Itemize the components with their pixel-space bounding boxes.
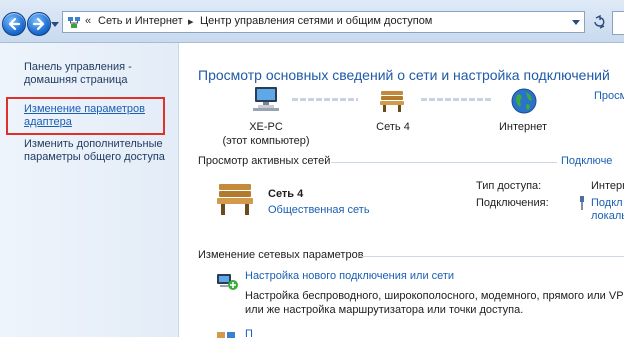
new-connection-desc-line2: или же настройка маршрутизатора или точк…	[245, 304, 524, 316]
arrow-left-icon	[8, 17, 21, 31]
refresh-icon[interactable]	[590, 13, 610, 31]
access-type-label: Тип доступа:	[476, 180, 542, 192]
globe-icon[interactable]	[511, 88, 537, 114]
link-line: Изменить дополнительные	[24, 138, 163, 150]
ethernet-icon	[580, 196, 584, 210]
computer-icon[interactable]	[251, 85, 281, 113]
address-bar[interactable]: « Сеть и Интернет ▸ Центр управления сет…	[62, 11, 585, 33]
link-line: домашняя страница	[24, 74, 128, 86]
breadcrumb-separator[interactable]: ▸	[188, 15, 194, 28]
arrow-right-icon	[32, 17, 45, 31]
search-input[interactable]	[612, 11, 624, 35]
access-type-value: Интерн	[591, 180, 624, 192]
connection-link-line1[interactable]: Подкл	[591, 197, 623, 209]
active-networks-header: Просмотр активных сетей	[198, 155, 331, 167]
navigation-bar: « Сеть и Интернет ▸ Центр управления сет…	[0, 0, 624, 43]
forward-button[interactable]	[27, 12, 51, 36]
connection-line	[292, 98, 358, 101]
internet-node-label: Интернет	[499, 121, 547, 133]
computer-name: XE-PC	[249, 121, 283, 133]
connect-disconnect-link[interactable]: Подключе	[561, 155, 612, 167]
active-network-name: Сеть 4	[268, 188, 304, 200]
bench-icon[interactable]	[379, 89, 405, 113]
breadcrumb-network-center[interactable]: Центр управления сетями и общим доступом	[200, 15, 432, 27]
computer-subtitle: (этот компьютер)	[222, 135, 310, 147]
page-title: Просмотр основных сведений о сети и наст…	[198, 67, 610, 83]
second-task-link[interactable]: П	[245, 328, 253, 340]
new-connection-icon	[217, 274, 238, 290]
new-connection-link[interactable]: Настройка нового подключения или сети	[245, 270, 454, 282]
link-line: Панель управления -	[24, 61, 132, 73]
link-line: адаптера	[24, 116, 72, 128]
view-full-map-link[interactable]: Просм	[594, 90, 624, 102]
new-connection-desc-line1: Настройка беспроводного, широкополосного…	[245, 290, 624, 302]
network-node-name: Сеть 4	[376, 121, 410, 133]
breadcrumb-network-internet[interactable]: Сеть и Интернет	[98, 15, 183, 27]
main-content: Просмотр основных сведений о сети и наст…	[179, 43, 624, 340]
network-center-icon	[68, 17, 80, 28]
link-line: параметры общего доступа	[24, 151, 165, 163]
control-panel-home-link[interactable]: Панель управления - домашняя страница	[24, 61, 132, 87]
network-type-link[interactable]: Общественная сеть	[268, 204, 370, 216]
link-line: Изменение параметров	[24, 103, 145, 115]
bench-large-icon	[217, 184, 253, 215]
section-divider	[359, 256, 624, 257]
breadcrumb-overflow[interactable]: «	[85, 15, 91, 27]
history-dropdown-icon[interactable]	[51, 20, 59, 28]
address-dropdown-icon[interactable]	[572, 18, 580, 26]
advanced-sharing-link[interactable]: Изменить дополнительные параметры общего…	[24, 138, 165, 164]
connection-line	[421, 98, 493, 101]
left-panel: Панель управления - домашняя страница Из…	[0, 43, 179, 337]
back-button[interactable]	[2, 12, 26, 36]
connection-link-line2[interactable]: локаль	[591, 210, 624, 222]
change-adapter-settings-link[interactable]: Изменение параметров адаптера	[24, 103, 145, 129]
section-divider	[331, 162, 557, 163]
connections-label: Подключения:	[476, 197, 549, 209]
change-settings-header: Изменение сетевых параметров	[198, 249, 364, 261]
